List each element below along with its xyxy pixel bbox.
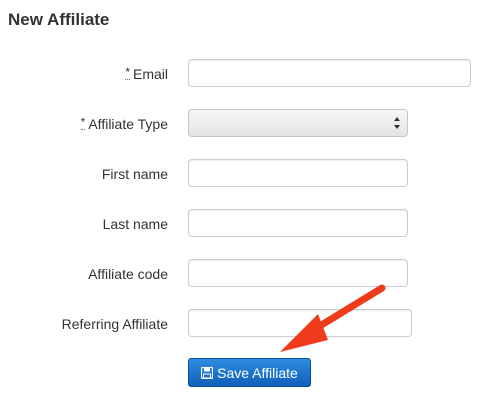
- referring-affiliate-input[interactable]: [188, 309, 412, 337]
- required-marker: *: [80, 115, 86, 130]
- required-marker: *: [125, 65, 130, 80]
- first-name-label: First name: [101, 166, 168, 182]
- affiliate-code-label: Affiliate code: [88, 266, 168, 282]
- email-label-text: Email: [132, 66, 168, 82]
- affiliate-type-select[interactable]: [188, 109, 408, 137]
- affiliate-type-label-text: Affiliate Type: [88, 116, 168, 132]
- email-row: * Email: [0, 59, 496, 89]
- page-title: New Affiliate: [8, 10, 110, 29]
- last-name-label: Last name: [102, 216, 168, 232]
- last-name-row: Last name: [0, 209, 496, 239]
- select-arrows-icon: [394, 117, 400, 129]
- email-label: * Email: [125, 59, 168, 89]
- referring-affiliate-label: Referring Affiliate: [61, 316, 168, 332]
- last-name-input[interactable]: [188, 209, 408, 237]
- referring-affiliate-row: Referring Affiliate: [0, 309, 496, 339]
- save-affiliate-button-label: Save Affiliate: [217, 364, 298, 381]
- floppy-disk-icon: [201, 366, 214, 379]
- first-name-row: First name: [0, 159, 496, 189]
- email-input[interactable]: [188, 59, 471, 87]
- first-name-input[interactable]: [188, 159, 408, 187]
- save-affiliate-button[interactable]: Save Affiliate: [188, 358, 311, 387]
- affiliate-code-row: Affiliate code: [0, 259, 496, 289]
- affiliate-type-row: * Affiliate Type: [0, 109, 496, 139]
- affiliate-type-label: * Affiliate Type: [80, 109, 168, 139]
- affiliate-code-input[interactable]: [188, 259, 408, 287]
- new-affiliate-page: New Affiliate * Email * Affiliate Type Fir…: [0, 0, 496, 409]
